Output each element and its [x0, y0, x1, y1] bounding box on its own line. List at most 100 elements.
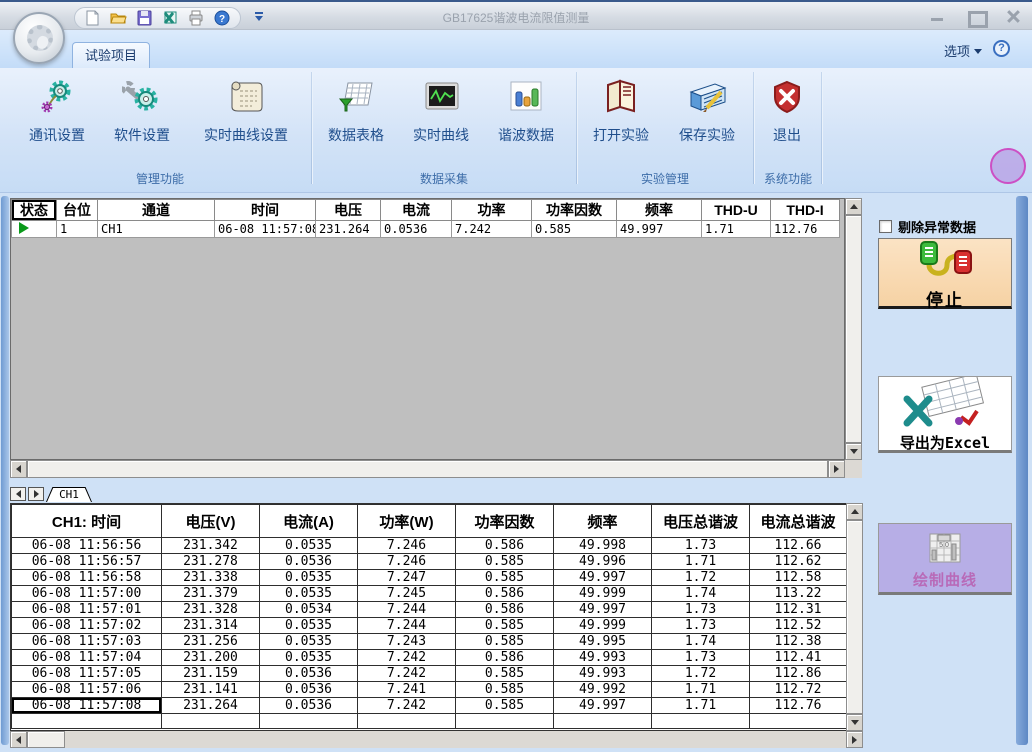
col-header-time[interactable]: 时间 — [215, 200, 316, 221]
cell[interactable]: 49.993 — [554, 650, 652, 666]
cell[interactable]: 0.0535 — [260, 570, 358, 586]
exclude-abnormal-checkbox[interactable] — [879, 220, 892, 233]
exit-button[interactable]: 退出 — [755, 74, 819, 162]
cell[interactable]: 0.586 — [456, 538, 554, 554]
cell[interactable]: 06-08 11:56:58 — [12, 570, 162, 586]
cell[interactable]: 231.141 — [162, 682, 260, 698]
scroll-left-icon[interactable] — [10, 731, 27, 748]
cell[interactable]: 0.0536 — [260, 698, 358, 714]
table-row[interactable]: 06-08 11:57:05 231.159 0.0536 7.242 0.58… — [12, 666, 847, 682]
cell[interactable]: 06-08 11:56:57 — [12, 554, 162, 570]
thd-i-cell[interactable]: 112.76 — [771, 221, 840, 238]
cell[interactable]: 231.159 — [162, 666, 260, 682]
voltage-cell[interactable]: 231.264 — [316, 221, 381, 238]
cell[interactable]: 1.72 — [652, 666, 750, 682]
cell[interactable]: 231.338 — [162, 570, 260, 586]
scroll-right-icon[interactable] — [828, 460, 845, 478]
col-header-thd-u[interactable]: THD-U — [702, 200, 771, 221]
cell[interactable]: 0.0535 — [260, 618, 358, 634]
cell[interactable]: 0.586 — [456, 586, 554, 602]
cell[interactable]: 7.246 — [358, 554, 456, 570]
cell[interactable]: 1.73 — [652, 618, 750, 634]
sheet-tab-ch1[interactable]: CH1 — [46, 487, 92, 502]
cell[interactable]: 1.72 — [652, 570, 750, 586]
cell[interactable]: 06-08 11:56:56 — [12, 538, 162, 554]
cell[interactable]: 7.242 — [358, 698, 456, 714]
scroll-left-icon[interactable] — [10, 460, 27, 478]
scroll-right-icon[interactable] — [846, 731, 863, 748]
col-header-voltage[interactable]: 电压 — [316, 200, 381, 221]
cell[interactable]: 112.66 — [750, 538, 847, 554]
cell[interactable]: 0.585 — [456, 666, 554, 682]
cell[interactable]: 49.993 — [554, 666, 652, 682]
cell[interactable]: 0.0536 — [260, 666, 358, 682]
time-cell[interactable]: 06-08 11:57:08 — [215, 221, 316, 238]
current-cell[interactable]: 0.0536 — [381, 221, 452, 238]
col-header-channel[interactable]: 通道 — [98, 200, 215, 221]
cell[interactable]: 1.73 — [652, 602, 750, 618]
tab-test-project[interactable]: 试验项目 — [72, 42, 150, 68]
frequency-cell[interactable]: 49.997 — [617, 221, 702, 238]
cell[interactable]: 1.71 — [652, 682, 750, 698]
table-row[interactable]: 06-08 11:57:08 231.264 0.0536 7.242 0.58… — [12, 698, 847, 714]
status-table-hscrollbar[interactable] — [10, 460, 845, 478]
table-row[interactable]: 06-08 11:56:57 231.278 0.0536 7.246 0.58… — [12, 554, 847, 570]
table-row[interactable]: 06-08 11:56:58 231.338 0.0535 7.247 0.58… — [12, 570, 847, 586]
channel-cell[interactable]: CH1 — [98, 221, 215, 238]
cell[interactable]: 1.73 — [652, 538, 750, 554]
cell[interactable]: 0.585 — [456, 570, 554, 586]
power-factor-cell[interactable]: 0.585 — [532, 221, 617, 238]
cell[interactable]: 7.244 — [358, 618, 456, 634]
status-table-vscrollbar[interactable] — [845, 198, 862, 460]
help-icon[interactable]: ? — [993, 40, 1010, 57]
cell[interactable]: 06-08 11:57:03 — [12, 634, 162, 650]
minimize-button[interactable] — [926, 10, 948, 24]
cell[interactable]: 1.71 — [652, 698, 750, 714]
sheet-next-icon[interactable] — [28, 487, 44, 501]
status-cell[interactable] — [12, 221, 57, 238]
cell[interactable]: 112.31 — [750, 602, 847, 618]
col-header-current[interactable]: 电流 — [381, 200, 452, 221]
cell[interactable]: 06-08 11:57:02 — [12, 618, 162, 634]
save-experiment-button[interactable]: 保存实验 — [667, 74, 747, 162]
cell[interactable]: 7.244 — [358, 602, 456, 618]
cell[interactable]: 231.200 — [162, 650, 260, 666]
maximize-button[interactable] — [964, 10, 986, 24]
table-row[interactable]: 06-08 11:57:04 231.200 0.0535 7.242 0.58… — [12, 650, 847, 666]
cell[interactable]: 112.38 — [750, 634, 847, 650]
cell[interactable]: 112.72 — [750, 682, 847, 698]
cell[interactable]: 0.0536 — [260, 554, 358, 570]
cell[interactable]: 0.0535 — [260, 650, 358, 666]
cell[interactable]: 0.585 — [456, 682, 554, 698]
cell[interactable]: 7.246 — [358, 538, 456, 554]
table-row[interactable]: 06-08 11:57:03 231.256 0.0535 7.243 0.58… — [12, 634, 847, 650]
cell[interactable]: 49.997 — [554, 698, 652, 714]
cell[interactable]: 06-08 11:57:05 — [12, 666, 162, 682]
cell[interactable]: 231.379 — [162, 586, 260, 602]
cell[interactable]: 49.995 — [554, 634, 652, 650]
software-settings-button[interactable]: 软件设置 — [102, 74, 182, 162]
cell[interactable]: 0.586 — [456, 602, 554, 618]
comm-settings-button[interactable]: 通讯设置 — [17, 74, 97, 162]
cell[interactable]: 7.247 — [358, 570, 456, 586]
cell[interactable]: 7.242 — [358, 666, 456, 682]
cell[interactable]: 0.585 — [456, 618, 554, 634]
vscroll-thumb[interactable] — [846, 520, 863, 714]
data-table-hscrollbar[interactable] — [10, 731, 863, 748]
cell[interactable]: 49.997 — [554, 570, 652, 586]
hscroll-thumb[interactable] — [27, 731, 65, 748]
cell[interactable]: 06-08 11:57:06 — [12, 682, 162, 698]
cell[interactable]: 06-08 11:57:01 — [12, 602, 162, 618]
cell[interactable]: 1.73 — [652, 650, 750, 666]
cell[interactable]: 231.264 — [162, 698, 260, 714]
cell[interactable]: 06-08 11:57:04 — [12, 650, 162, 666]
selected-cell[interactable]: 06-08 11:57:08 — [12, 698, 162, 714]
table-row[interactable]: 06-08 11:57:06 231.141 0.0536 7.241 0.58… — [12, 682, 847, 698]
table-row[interactable]: 06-08 11:57:00 231.379 0.0535 7.245 0.58… — [12, 586, 847, 602]
col-header-thd-i[interactable]: THD-I — [771, 200, 840, 221]
cell[interactable]: 49.997 — [554, 602, 652, 618]
col-header-frequency[interactable]: 频率 — [617, 200, 702, 221]
cell[interactable]: 0.585 — [456, 634, 554, 650]
cell[interactable]: 0.0535 — [260, 538, 358, 554]
col-header-power[interactable]: 功率 — [452, 200, 532, 221]
